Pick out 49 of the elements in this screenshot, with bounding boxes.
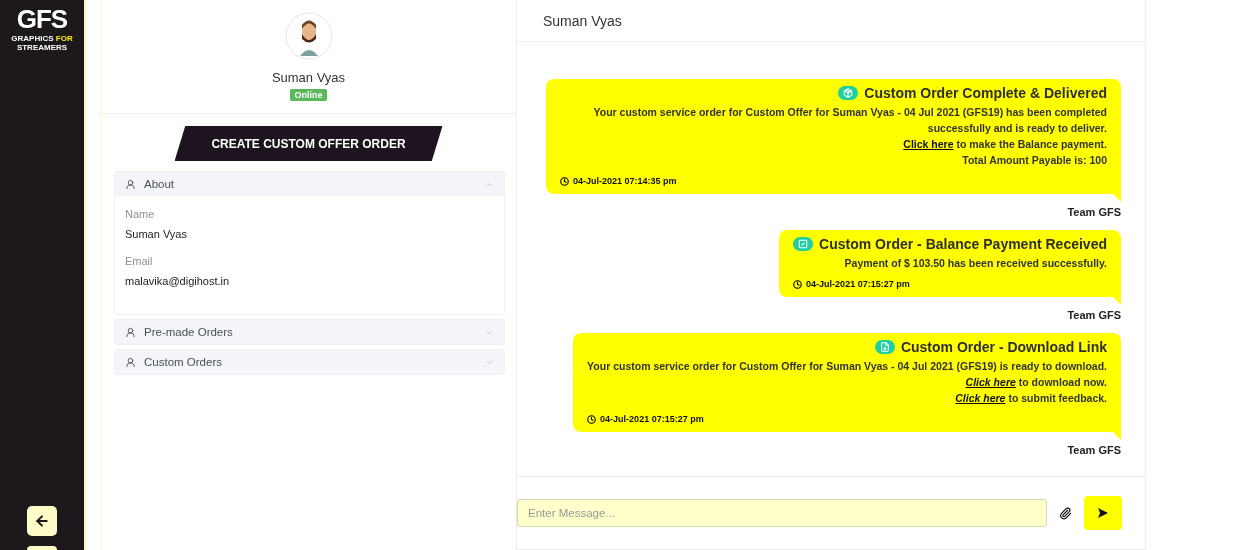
field-value: malavika@digihost.in — [125, 275, 231, 287]
message-title: Custom Order Complete & Delivered — [864, 85, 1107, 101]
click-here-link[interactable]: Click here — [965, 376, 1016, 388]
field-value: Suman Vyas — [125, 228, 188, 240]
status-badge: Online — [290, 89, 327, 101]
message-text: Total Amount Payable is: 100 — [962, 153, 1107, 168]
clock-icon — [587, 414, 597, 424]
message-input[interactable]: Enter Message... — [517, 499, 1047, 527]
profile-name: Suman Vyas — [271, 70, 346, 85]
field-label: Email — [125, 255, 154, 267]
message-text: Click here to submit feedback. — [955, 391, 1107, 406]
message-text: Click here to make the Balance payment. — [903, 137, 1107, 152]
back-button[interactable] — [27, 506, 57, 536]
message-title: Custom Order - Download Link — [900, 339, 1107, 355]
message-icon — [793, 237, 814, 251]
send-icon — [1097, 507, 1109, 519]
send-button[interactable] — [1084, 496, 1122, 530]
message-sender: Team GFS — [1067, 206, 1121, 218]
user-icon — [125, 178, 136, 190]
logo-text: GFS — [16, 6, 68, 32]
accordion-header[interactable]: Pre-made Orders — [115, 320, 504, 344]
avatar-icon — [284, 12, 333, 60]
click-here-link[interactable]: Click here — [955, 392, 1006, 404]
field-label: Name — [125, 208, 156, 220]
accordion-header[interactable]: Custom Orders — [115, 350, 504, 374]
message-sender: Team GFS — [1067, 444, 1121, 456]
arrow-left-icon — [34, 513, 50, 529]
sidebar-button[interactable] — [27, 546, 57, 550]
click-here-link[interactable]: Click here — [903, 138, 954, 150]
accordion-header[interactable]: About — [115, 172, 504, 196]
user-icon — [125, 326, 136, 338]
message-text: Your custom service order for Custom Offer for Suman Vyas - 04 Jul 2021 (GFS19) is ready to download. — [587, 359, 1107, 374]
message-text: Click here to download now. — [965, 375, 1107, 390]
message-icon — [874, 340, 895, 354]
clock-icon — [793, 279, 803, 289]
message-time: 04-Jul-2021 07:15:27 pm — [806, 279, 910, 289]
message-time: 04-Jul-2021 07:15:27 pm — [600, 414, 704, 424]
message-icon — [838, 86, 859, 100]
message-title: Custom Order - Balance Payment Received — [819, 236, 1107, 252]
message-text: Your custom service order for Custom Offer for Suman Vyas - 04 Jul 2021 (GFS19) has been completed successfully and is ready to deliver. — [592, 105, 1107, 136]
message-sender: Team GFS — [1067, 309, 1121, 321]
message-text: Payment of $ 103.50 has been received successfully. — [844, 256, 1107, 271]
logo-tagline: GRAPHICS FOR STREAMERS — [10, 34, 74, 52]
user-icon — [125, 356, 136, 368]
clock-icon — [560, 176, 569, 186]
create-order-button[interactable]: CREATE CUSTOM OFFER ORDER — [174, 126, 443, 161]
chat-title: Suman Vyas — [517, 0, 1145, 42]
message-time: 04-Jul-2021 07:14:35 pm — [573, 176, 677, 186]
attach-icon[interactable] — [1059, 506, 1072, 520]
